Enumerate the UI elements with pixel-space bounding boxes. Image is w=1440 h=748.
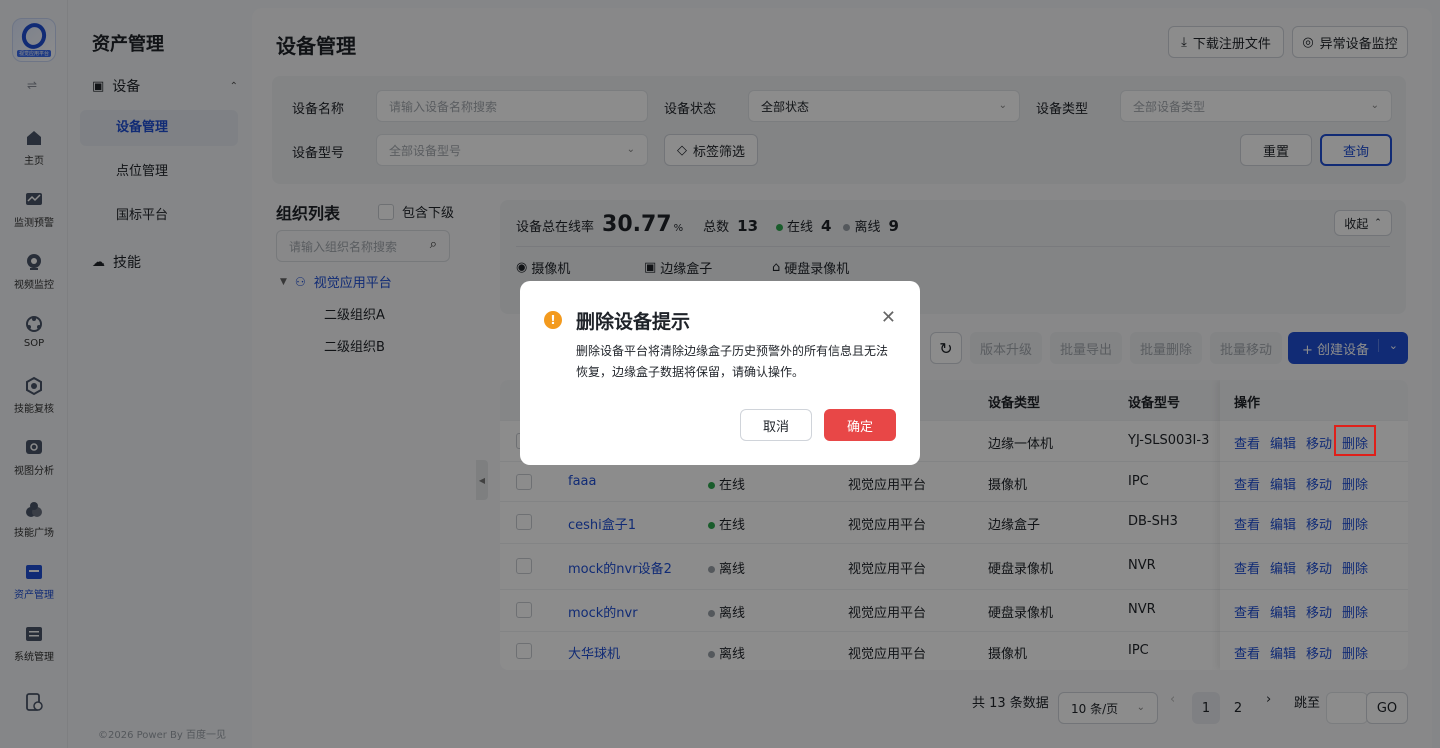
dialog-message: 删除设备平台将清除边缘盒子历史预警外的所有信息且无法恢复，边缘盒子数据将保留，请… xyxy=(576,344,889,379)
cancel-button[interactable]: 取消 xyxy=(740,409,812,441)
warning-icon: ! xyxy=(544,311,562,329)
close-icon[interactable]: ✕ xyxy=(881,307,896,328)
delete-device-dialog: ! 删除设备提示 ✕ 删除设备平台将清除边缘盒子历史预警外的所有信息且无法恢复，… xyxy=(520,281,920,465)
confirm-button[interactable]: 确定 xyxy=(824,409,896,441)
delete-highlight-box xyxy=(1334,425,1376,456)
dialog-title: 删除设备提示 xyxy=(576,311,691,333)
